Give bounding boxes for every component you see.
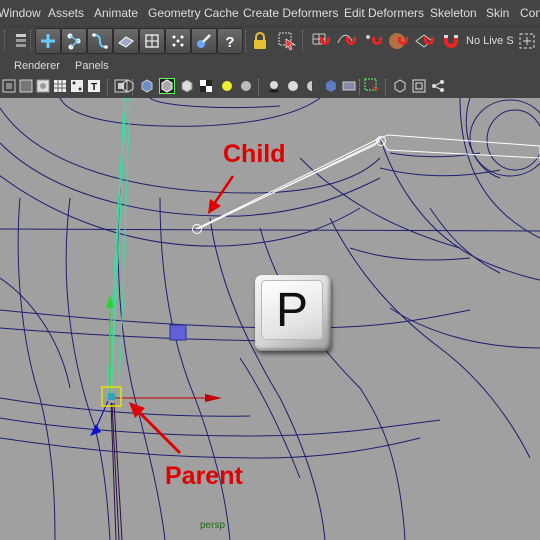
smooth-shade-icon[interactable] (139, 78, 155, 94)
light-all-icon[interactable] (238, 78, 254, 94)
menu-assets[interactable]: Assets (48, 6, 84, 20)
xray-joints-icon[interactable] (323, 78, 339, 94)
menu-edit-deformers[interactable]: Edit Deformers (344, 6, 424, 20)
snap-grid-icon[interactable] (310, 30, 332, 52)
status-shelf: ? No Live S (0, 26, 540, 57)
wireframe-cube-icon[interactable] (120, 78, 136, 94)
snap-point-icon[interactable] (362, 30, 384, 52)
live-surface-field[interactable]: No Live S (466, 31, 514, 51)
p-hotkey: P (255, 275, 331, 351)
child-callout: Child (223, 140, 286, 168)
shelf-separator (302, 30, 306, 52)
camera-attributes-icon[interactable] (1, 78, 17, 94)
wireframe-on-shaded-icon[interactable] (159, 78, 175, 94)
share-icon[interactable] (430, 78, 446, 94)
lattice-icon[interactable] (139, 28, 165, 54)
bookmarks-icon[interactable] (18, 78, 34, 94)
menu-animate[interactable]: Animate (94, 6, 138, 20)
snap-surface-icon[interactable] (414, 30, 436, 52)
textured-icon[interactable] (179, 78, 195, 94)
menu-skin[interactable]: Skin (486, 6, 509, 20)
select-camera-icon[interactable] (364, 78, 380, 94)
magnet-icon[interactable] (440, 30, 462, 52)
shadows-icon[interactable] (266, 78, 282, 94)
menu-geometry-cache[interactable]: Geometry Cache (148, 6, 239, 20)
menu-renderer[interactable]: Renderer (14, 60, 60, 72)
pivot-handle[interactable] (169, 324, 187, 341)
toolbar-separator (107, 79, 110, 95)
resolution-gate-icon[interactable] (341, 78, 357, 94)
film-gate-icon[interactable] (69, 78, 85, 94)
transform-constraint-icon[interactable] (516, 30, 538, 52)
help-icon[interactable]: ? (217, 28, 243, 54)
p-hotkey-letter: P (275, 284, 308, 337)
checker-icon[interactable] (198, 78, 214, 94)
grid-icon[interactable] (52, 78, 68, 94)
menu-skeleton[interactable]: Skeleton (430, 6, 477, 20)
panel-menu-bar: Renderer Panels (0, 56, 540, 76)
lower-bone[interactable] (110, 402, 123, 540)
camera-label: persp (200, 520, 226, 531)
svg-text:T: T (91, 82, 97, 93)
image-plane-icon[interactable] (35, 78, 51, 94)
menu-panels[interactable]: Panels (75, 60, 109, 72)
menu-window[interactable]: Window (0, 6, 41, 20)
p-hotkey-face: P (261, 280, 323, 340)
cluster-icon[interactable] (165, 28, 191, 54)
isolate-icon[interactable] (304, 78, 320, 94)
toolbar-separator (385, 79, 388, 95)
persp-viewport[interactable]: P Child Parent persp (0, 98, 540, 540)
toolbar-separator (258, 79, 261, 95)
bind-skin-icon[interactable] (113, 28, 139, 54)
ik-spline-icon[interactable] (87, 28, 113, 54)
menu-constrain[interactable]: Con (520, 6, 540, 20)
callout-arrows (129, 175, 235, 455)
shelf-grip[interactable] (4, 30, 8, 52)
svg-text:?: ? (225, 34, 234, 50)
layer-lock-icon[interactable] (10, 30, 32, 52)
maya-window: Window Assets Animate Geometry Cache Cre… (0, 0, 540, 540)
main-menu-bar: Window Assets Animate Geometry Cache Cre… (0, 0, 540, 26)
parent-callout: Parent (165, 462, 243, 490)
toolbar-separator (359, 79, 362, 95)
paint-weights-icon[interactable] (191, 28, 217, 54)
two-pane-icon[interactable] (411, 78, 427, 94)
lock-icon[interactable] (249, 30, 271, 52)
xray-icon[interactable] (285, 78, 301, 94)
ik-handle-icon[interactable] (61, 28, 87, 54)
light-default-icon[interactable] (219, 78, 235, 94)
default-view-icon[interactable] (392, 78, 408, 94)
menu-create-deformers[interactable]: Create Deformers (243, 6, 338, 20)
snap-curve-icon[interactable] (336, 30, 358, 52)
snap-view-icon[interactable] (388, 30, 410, 52)
create-joint-icon[interactable] (35, 28, 61, 54)
shelf-separator (30, 30, 34, 52)
select-tool-icon[interactable] (276, 30, 298, 52)
text-overlay-icon[interactable]: T (86, 78, 102, 94)
panel-toolbar: T (0, 76, 540, 99)
